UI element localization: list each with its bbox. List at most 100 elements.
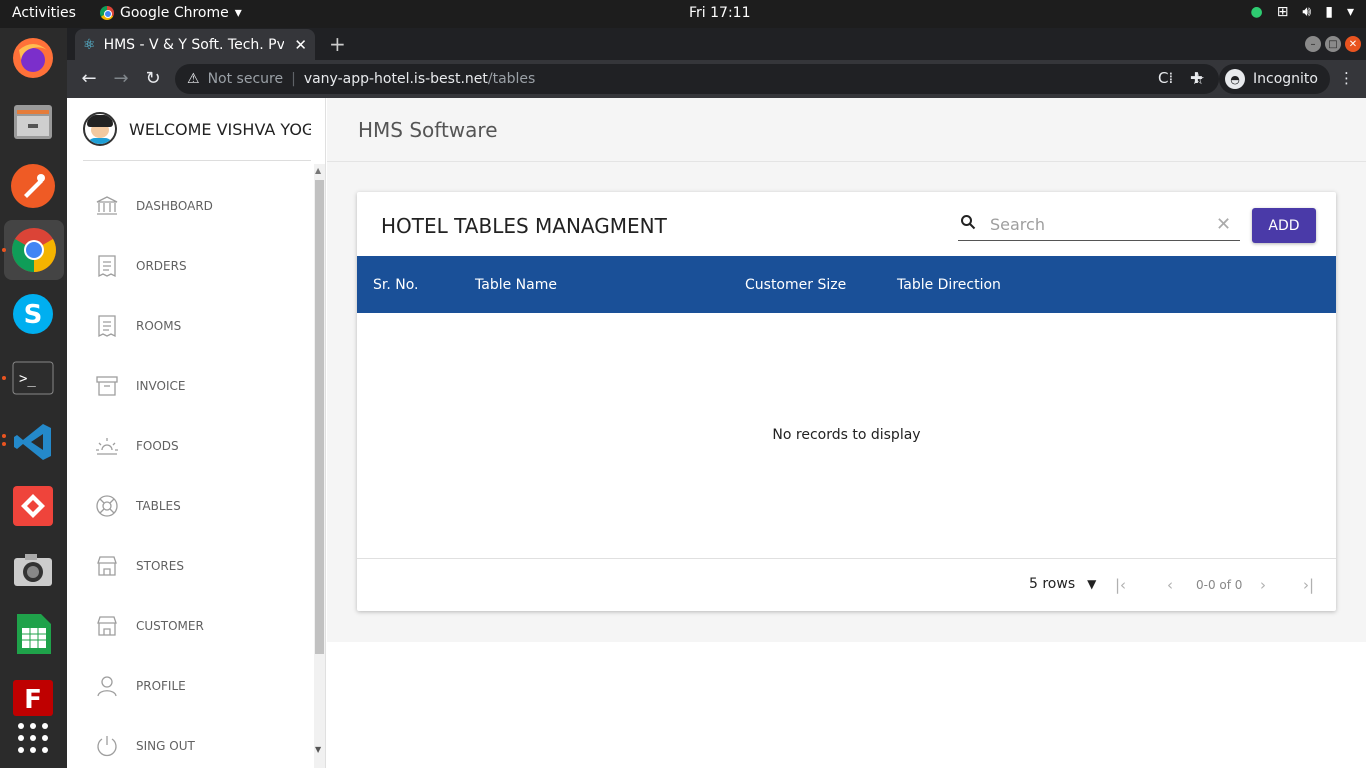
store-icon xyxy=(95,614,119,638)
chrome-window: ⚛ HMS - V & Y Soft. Tech. Pvt ✕ + – □ ✕ … xyxy=(67,28,1366,768)
column-header-table-name[interactable]: Table Name xyxy=(475,277,557,293)
clock[interactable]: Fri 17:11 xyxy=(689,5,750,21)
chrome-icon[interactable] xyxy=(4,220,64,280)
running-indicator xyxy=(2,248,6,252)
page-content: WELCOME VISHVA YOGI DASHBOARD ORDERS ROO… xyxy=(67,98,1366,768)
clear-search-icon[interactable]: ✕ xyxy=(1216,214,1231,235)
sidebar: WELCOME VISHVA YOGI DASHBOARD ORDERS ROO… xyxy=(67,98,326,768)
terminal-icon[interactable]: >_ xyxy=(9,354,57,402)
maximize-icon[interactable]: □ xyxy=(1325,36,1341,52)
activities-button[interactable]: Activities xyxy=(12,5,76,21)
page-info: 0-0 of 0 xyxy=(1196,578,1243,592)
first-page-icon[interactable]: |‹ xyxy=(1115,576,1126,594)
scroll-down-icon[interactable]: ▼ xyxy=(315,745,321,754)
page-title: HMS Software xyxy=(358,118,498,142)
dock: S >_ F xyxy=(0,28,67,768)
warning-icon: ⚠ xyxy=(187,71,200,87)
chevron-down-icon: ▼ xyxy=(1087,577,1097,591)
card-title: HOTEL TABLES MANAGMENT xyxy=(381,214,667,238)
sunrise-icon xyxy=(95,434,119,458)
security-status: Not secure xyxy=(207,71,284,87)
sidebar-item-sign-out[interactable]: SING OUT xyxy=(95,731,295,761)
sidebar-item-rooms[interactable]: ROOMS xyxy=(95,311,295,341)
close-tab-icon[interactable]: ✕ xyxy=(294,36,307,54)
firefox-icon[interactable] xyxy=(9,34,57,82)
files-icon[interactable] xyxy=(9,98,57,146)
address-bar[interactable]: ⚠ Not secure | vany-app-hotel.is-best.ne… xyxy=(175,64,1219,94)
tab-strip: ⚛ HMS - V & Y Soft. Tech. Pvt ✕ + – □ ✕ xyxy=(67,28,1366,60)
sidebar-item-label: SING OUT xyxy=(136,739,195,753)
svg-text:S: S xyxy=(24,300,43,330)
chevron-down-icon: ▾ xyxy=(234,5,242,21)
sidebar-item-profile[interactable]: PROFILE xyxy=(95,671,295,701)
add-button[interactable]: ADD xyxy=(1252,208,1316,243)
sidebar-scrollbar[interactable]: ▲ ▼ xyxy=(314,164,325,768)
app-menu[interactable]: Google Chrome ▾ xyxy=(100,5,242,21)
battery-icon: ▮ xyxy=(1325,4,1333,20)
sidebar-item-label: STORES xyxy=(136,559,184,573)
main-area: HMS Software HOTEL TABLES MANAGMENT ✕ AD… xyxy=(327,98,1366,768)
incognito-icon: ◓ xyxy=(1225,69,1245,89)
running-indicator xyxy=(2,442,6,446)
svg-text:>_: >_ xyxy=(19,371,36,387)
sidebar-item-label: CUSTOMER xyxy=(136,619,204,633)
archive-icon xyxy=(95,374,119,398)
camera-icon[interactable] xyxy=(9,546,57,594)
app-menu-label: Google Chrome xyxy=(120,5,229,21)
column-header-customer-size[interactable]: Customer Size xyxy=(745,277,846,293)
search-input[interactable] xyxy=(990,214,1210,234)
sidebar-item-label: ROOMS xyxy=(136,319,182,333)
next-page-icon[interactable]: › xyxy=(1260,576,1266,594)
sidebar-item-label: FOODS xyxy=(136,439,179,453)
table-header: Sr. No. Table Name Customer Size Table D… xyxy=(357,256,1336,313)
user-icon xyxy=(95,674,119,698)
rows-per-page-select[interactable]: 5 rows ▼ xyxy=(1029,576,1096,592)
volume-icon: 🔊︎ xyxy=(1302,4,1312,20)
sidebar-item-tables[interactable]: TABLES xyxy=(95,491,295,521)
system-tray[interactable]: ● ⊞ 🔊︎ ▮ ▾ xyxy=(1250,4,1354,20)
skype-icon[interactable]: S xyxy=(9,290,57,338)
sidebar-item-orders[interactable]: ORDERS xyxy=(95,251,295,281)
system-top-bar: Activities Google Chrome ▾ Fri 17:11 ● ⊞… xyxy=(0,0,1366,28)
extension-c-icon[interactable]: C⁞ xyxy=(1158,69,1173,87)
kebab-menu-icon[interactable]: ⋮ xyxy=(1339,69,1354,87)
sidebar-item-foods[interactable]: FOODS xyxy=(95,431,295,461)
new-tab-icon[interactable]: + xyxy=(329,32,346,56)
column-header-table-direction[interactable]: Table Direction xyxy=(897,277,1001,293)
postman-icon[interactable] xyxy=(9,162,57,210)
store-icon xyxy=(95,554,119,578)
last-page-icon[interactable]: ›| xyxy=(1303,576,1314,594)
vscode-icon[interactable] xyxy=(9,418,57,466)
incognito-badge[interactable]: ◓ Incognito xyxy=(1219,64,1330,94)
close-window-icon[interactable]: ✕ xyxy=(1345,36,1361,52)
sidebar-item-label: PROFILE xyxy=(136,679,186,693)
show-apps-icon[interactable] xyxy=(9,714,57,762)
reload-icon[interactable]: ↻ xyxy=(142,68,164,89)
update-icon: ● xyxy=(1250,4,1263,20)
receipt-icon xyxy=(95,254,119,278)
puzzle-icon[interactable]: ✚ xyxy=(1190,69,1203,87)
search-field[interactable]: ✕ xyxy=(958,208,1240,241)
running-indicator xyxy=(2,376,6,380)
incognito-label: Incognito xyxy=(1253,71,1318,87)
sidebar-item-customer[interactable]: CUSTOMER xyxy=(95,611,295,641)
previous-page-icon[interactable]: ‹ xyxy=(1167,576,1173,594)
sidebar-item-label: TABLES xyxy=(136,499,181,513)
back-icon[interactable]: ← xyxy=(78,68,100,89)
sidebar-item-stores[interactable]: STORES xyxy=(95,551,295,581)
anydesk-icon[interactable] xyxy=(9,482,57,530)
calc-spreadsheet-icon[interactable] xyxy=(9,610,57,658)
scrollbar-thumb[interactable] xyxy=(315,180,324,654)
scroll-up-icon[interactable]: ▲ xyxy=(315,166,321,175)
forward-icon[interactable]: → xyxy=(110,68,132,89)
welcome-header: WELCOME VISHVA YOGI xyxy=(83,98,311,161)
browser-tab[interactable]: ⚛ HMS - V & Y Soft. Tech. Pvt ✕ xyxy=(75,29,315,60)
tab-title: HMS - V & Y Soft. Tech. Pvt xyxy=(103,36,284,53)
sidebar-item-invoice[interactable]: INVOICE xyxy=(95,371,295,401)
sidebar-item-dashboard[interactable]: DASHBOARD xyxy=(95,191,295,221)
empty-state-message: No records to display xyxy=(772,427,921,443)
column-header-sr-no[interactable]: Sr. No. xyxy=(373,277,419,293)
minimize-icon[interactable]: – xyxy=(1305,36,1321,52)
lifebuoy-icon xyxy=(95,494,119,518)
chrome-icon xyxy=(100,6,114,20)
